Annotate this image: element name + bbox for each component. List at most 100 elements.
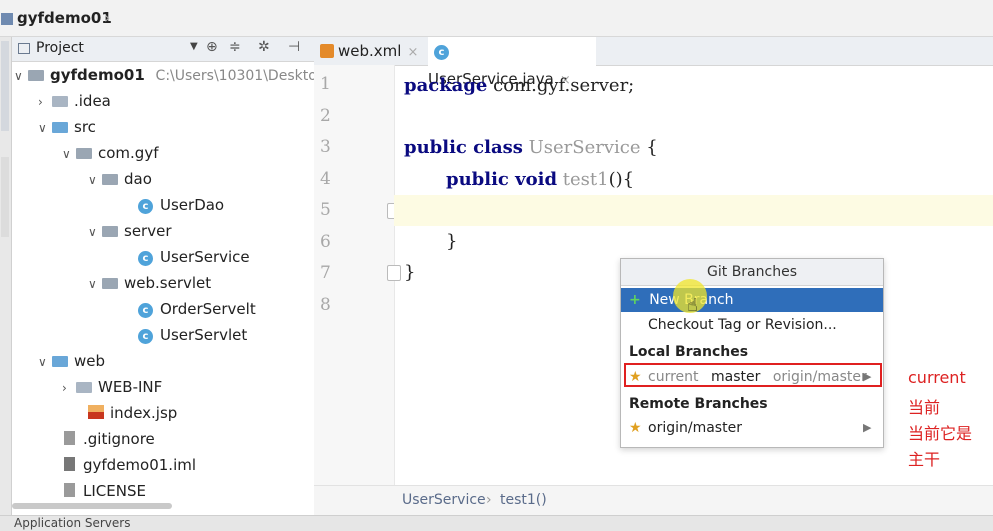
tree-item-orderservelt[interactable]: c OrderServelt [138,296,256,322]
package-icon [102,278,118,289]
hide-panel-icon[interactable]: ⊣ [288,39,300,55]
expand-arrow-icon[interactable]: ∨ [88,271,102,297]
star-icon: ★ [629,420,642,436]
application-servers-tab[interactable]: Application Servers [14,516,130,530]
method-name: test1 [557,169,609,190]
expand-arrow-icon[interactable]: ∨ [38,349,52,375]
code-line-6[interactable]: } [446,231,457,252]
tree-item-web-inf[interactable]: › WEB-INF [62,374,162,400]
target-icon[interactable]: ⊕ [206,39,218,55]
class-icon: c [138,303,153,318]
remote-branch-origin-master[interactable]: ★ origin/master ▶ [621,416,883,440]
jsp-file-icon [88,405,104,419]
line-number: 4 [320,169,331,189]
folder-icon [52,122,68,133]
web-folder-icon [52,356,68,367]
class-name: UserService [522,137,641,158]
local-branches-header: Local Branches [621,340,883,364]
line-number: 3 [320,137,331,157]
tree-item-server[interactable]: ∨ server [88,218,171,244]
checkout-tag-item[interactable]: Checkout Tag or Revision... [621,313,883,337]
bottom-tool-bar: Application Servers [0,515,993,531]
tree-item-userdao[interactable]: c UserDao [138,192,224,218]
breadcrumb-project[interactable]: gyfdemo01 [17,9,112,27]
breadcrumb-class[interactable]: UserService [402,492,486,508]
close-icon[interactable]: × [407,45,418,60]
tree-item-label: .gitignore [83,430,155,448]
line-number: 6 [320,232,331,252]
new-branch-item[interactable]: + New Branch [621,288,883,312]
keyword: package [404,75,488,96]
project-tool-tab[interactable] [1,41,9,131]
tree-item-label: OrderServelt [160,300,256,318]
code-text: (){ [608,169,635,190]
file-icon [64,431,75,445]
file-icon [64,483,75,497]
plus-icon: + [629,292,641,308]
tree-root[interactable]: ∨ gyfdemo01 C:\Users\10301\Deskto [14,62,315,89]
expand-arrow-icon[interactable]: ∨ [38,115,52,141]
tree-item-userservice[interactable]: c UserService [138,244,250,270]
keyword: public void [446,169,558,190]
current-line-highlight [394,195,993,226]
chevron-down-icon[interactable]: ▼ [190,41,198,52]
tree-item-gitignore[interactable]: .gitignore [64,426,155,452]
gear-icon[interactable]: ✲ [258,39,270,55]
tree-item-label: index.jsp [110,404,178,422]
class-icon: c [138,199,153,214]
remote-branches-header: Remote Branches [621,392,883,416]
breadcrumb-method[interactable]: test1() [500,492,547,508]
code-line-1[interactable]: package com.gyf.server; [404,75,634,96]
tree-item-dao[interactable]: ∨ dao [88,166,152,192]
module-icon [1,13,13,25]
tree-item-label: dao [124,170,152,188]
code-line-3[interactable]: public class UserService { [404,137,658,158]
annotation-line-2: 当前 [908,398,941,417]
tree-item-label: LICENSE [83,482,146,500]
collapse-icon[interactable]: ≑ [229,39,241,55]
folder-icon [76,382,92,393]
annotation-highlight-box [624,363,882,387]
tree-item-idea[interactable]: › .idea [38,88,111,114]
tree-item-index-jsp[interactable]: index.jsp [88,400,177,426]
annotation-line-4: 主干 [908,450,941,469]
remote-branches-label: Remote Branches [629,396,768,412]
keyword: public class [404,137,523,158]
tab-userservice-java[interactable]: cUserService.java × [428,37,596,88]
expand-arrow-icon[interactable]: ∨ [62,141,76,167]
expand-arrow-icon[interactable]: ∨ [88,219,102,245]
tree-item-label: gyfdemo01.iml [83,456,197,474]
root-path: C:\Users\10301\Deskto [155,68,315,84]
code-text: } [404,262,416,283]
structure-tool-tab[interactable] [1,157,9,237]
tree-item-src[interactable]: ∨ src [38,114,96,140]
expand-arrow-icon[interactable]: › [62,375,76,401]
tree-item-label: web [74,352,106,370]
project-panel: Project ▼ ⊕ ≑ ✲ ⊣ ∨ gyfdemo01 C:\Users\10… [12,37,315,515]
editor-tab-bar: web.xml × cUserService.java × [314,37,993,88]
code-line-4[interactable]: public void test1(){ [446,169,634,190]
expand-arrow-icon[interactable]: › [38,89,52,115]
tree-item-label: WEB-INF [98,378,163,396]
expand-arrow-icon[interactable]: ∨ [88,167,102,193]
tree-item-label: UserService [160,248,250,266]
class-icon: c [138,329,153,344]
class-icon: c [434,45,449,60]
code-line-7[interactable]: } [404,262,415,283]
folder-icon [52,96,68,107]
breadcrumb: gyfdemo01 › [0,0,993,37]
expand-arrow-icon[interactable]: ∨ [14,63,28,89]
tree-item-web-servlet[interactable]: ∨ web.servlet [88,270,211,296]
horizontal-scrollbar[interactable] [12,503,172,509]
tree-item-license[interactable]: LICENSE [64,478,146,504]
root-name: gyfdemo01 [50,66,145,84]
fold-marker-icon[interactable] [387,265,401,281]
popup-title-text: Git Branches [707,264,797,280]
tree-item-web[interactable]: ∨ web [38,348,105,374]
editor-breadcrumb: UserService › test1() [314,485,993,516]
tree-item-iml[interactable]: gyfdemo01.iml [64,452,196,478]
tree-item-com-gyf[interactable]: ∨ com.gyf [62,140,158,166]
tab-web-xml[interactable]: web.xml × [320,37,424,65]
project-view-selector[interactable]: Project [36,40,84,56]
tree-item-userservlet[interactable]: c UserServlet [138,322,247,348]
